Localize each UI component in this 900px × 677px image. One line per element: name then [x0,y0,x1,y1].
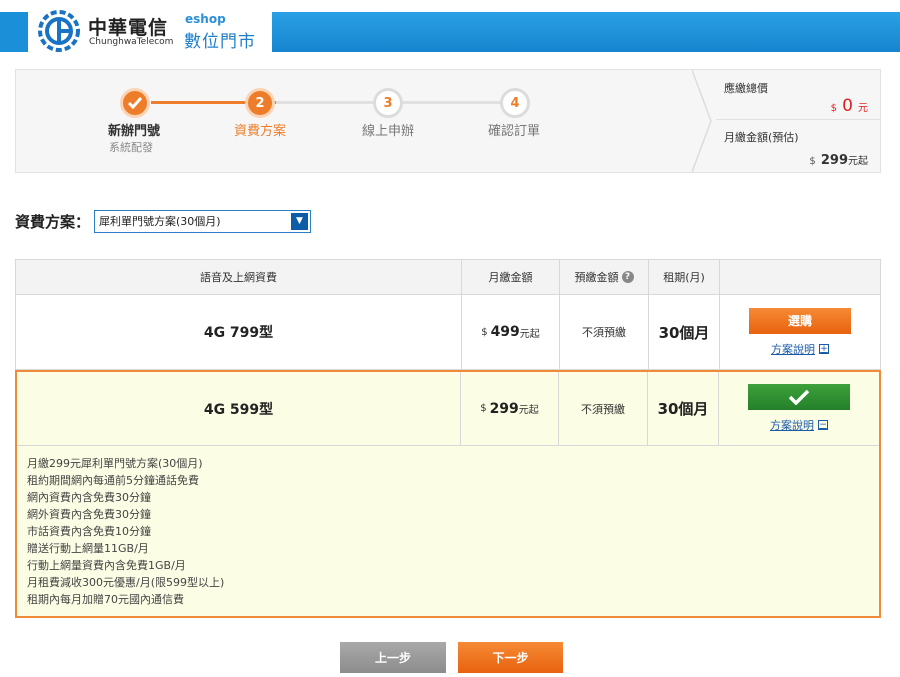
brand-name-en: ChunghwaTelecom [89,37,174,47]
eshop-name: 數位門市 [184,32,256,52]
plan-select-value: 犀利單門號方案(30個月) [99,214,221,228]
plan-name: 4G 599型 [203,401,274,418]
plan-prepay: 不須預繳 [582,326,626,339]
plan-details-panel: 月繳299元犀利單門號方案(30個月) 租約期間網內每通前5分鐘通話免費 網內資… [17,446,879,616]
step-3-circle: 3 [373,88,403,118]
detail-line: 租期內每月加贈70元國內通信費 [27,593,184,606]
table-header: 語音及上網資費 月繳金額 預繳金額? 租期(月) [15,259,881,295]
monthly-value: $ 299元起 [809,153,868,168]
detail-line: 網外資費內含免費30分鐘 [27,508,151,521]
plan-period: 30個月 [657,400,709,418]
plan-prepay: 不須預繳 [581,402,625,416]
plan-name: 4G 799型 [203,325,274,341]
plan-price: $499 元起 [462,295,560,369]
col-header-period: 租期(月) [649,260,720,294]
progress-panel: 新辦門號 系統配發 2 資費方案 3 線上申辦 4 確認訂單 應繳總價 $ 0 … [15,69,881,173]
header-bar-right [272,12,900,52]
step-4-circle: 4 [500,88,530,118]
table-row: 4G 599型 $299 元起 不須預繳 30個月 方案說明 − [17,372,879,446]
col-header-plan: 語音及上網資費 [16,260,462,294]
plan-select-label: 資費方案： [15,212,91,231]
brand-name-zh: 中華電信 [88,17,169,39]
expand-icon[interactable]: + [819,343,829,354]
header-bar-left [0,12,28,52]
plan-details-link[interactable]: 方案說明 + [771,341,829,357]
detail-line: 市話資費內含免費10分鐘 [27,525,151,538]
total-label: 應繳總價 [724,82,768,95]
detail-line: 租約期間網內每通前5分鐘通話免費 [27,474,199,487]
step-2-label: 資費方案 [234,124,287,139]
chunghwa-logo-icon [38,10,80,52]
site-header: 中華電信 ChunghwaTelecom eshop 數位門市 [0,0,900,62]
col-header-monthly: 月繳金額 [462,260,560,294]
table-row: 4G 799型 $499 元起 不須預繳 30個月 選購 方案說明 + [15,295,881,370]
info-icon[interactable]: ? [621,271,634,283]
logo[interactable]: 中華電信 ChunghwaTelecom eshop 數位門市 [28,4,272,56]
step-4-label: 確認訂單 [488,124,541,139]
price-summary: 應繳總價 $ 0 元 月繳金額(預估) $ 299元起 [716,70,880,172]
step-1-check-icon [120,88,150,118]
detail-line: 行動上網量資費內含免費1GB/月 [27,559,186,572]
monthly-label: 月繳金額(預估) [724,131,799,144]
step-3-label: 線上申辦 [362,124,415,139]
plan-period: 30個月 [658,323,710,342]
total-value: $ 0 元 [830,96,868,116]
checkmark-icon [788,389,810,405]
col-header-action [720,260,880,294]
next-step-button[interactable]: 下一步 [458,642,563,673]
prev-step-button[interactable]: 上一步 [340,642,446,673]
step-1-label: 新辦門號 [108,124,161,139]
eshop-tag: eshop [185,12,226,26]
detail-line: 贈送行動上網量11GB/月 [27,542,149,555]
selected-plan-block: 4G 599型 $299 元起 不須預繳 30個月 方案說明 − 月繳299元犀利單 [15,370,881,618]
plan-select-row: 資費方案： 犀利單門號方案(30個月) ▼ [15,209,312,233]
plan-price: $299 元起 [461,372,559,445]
plan-details-link[interactable]: 方案說明 − [770,417,828,433]
step-1-sub: 系統配發 [109,141,153,154]
plans-table: 語音及上網資費 月繳金額 預繳金額? 租期(月) 4G 799型 $499 元起 … [15,259,881,618]
select-plan-button[interactable]: 選購 [749,307,851,334]
plan-select-dropdown[interactable]: 犀利單門號方案(30個月) ▼ [94,209,312,233]
col-header-prepay: 預繳金額? [560,260,649,294]
detail-line: 網內資費內含免費30分鐘 [27,491,151,504]
collapse-icon[interactable]: − [818,420,828,430]
selected-plan-button[interactable] [748,384,850,410]
detail-line: 月繳299元犀利單門號方案(30個月) [27,457,203,470]
detail-line: 月租費減收300元優惠/月(限599型以上) [27,576,225,589]
step-2-circle: 2 [245,88,275,118]
summary-divider [716,119,880,120]
arrow-divider [692,70,712,172]
progress-steps: 新辦門號 系統配發 2 資費方案 3 線上申辦 4 確認訂單 [16,70,696,172]
chevron-down-icon[interactable]: ▼ [291,212,309,230]
